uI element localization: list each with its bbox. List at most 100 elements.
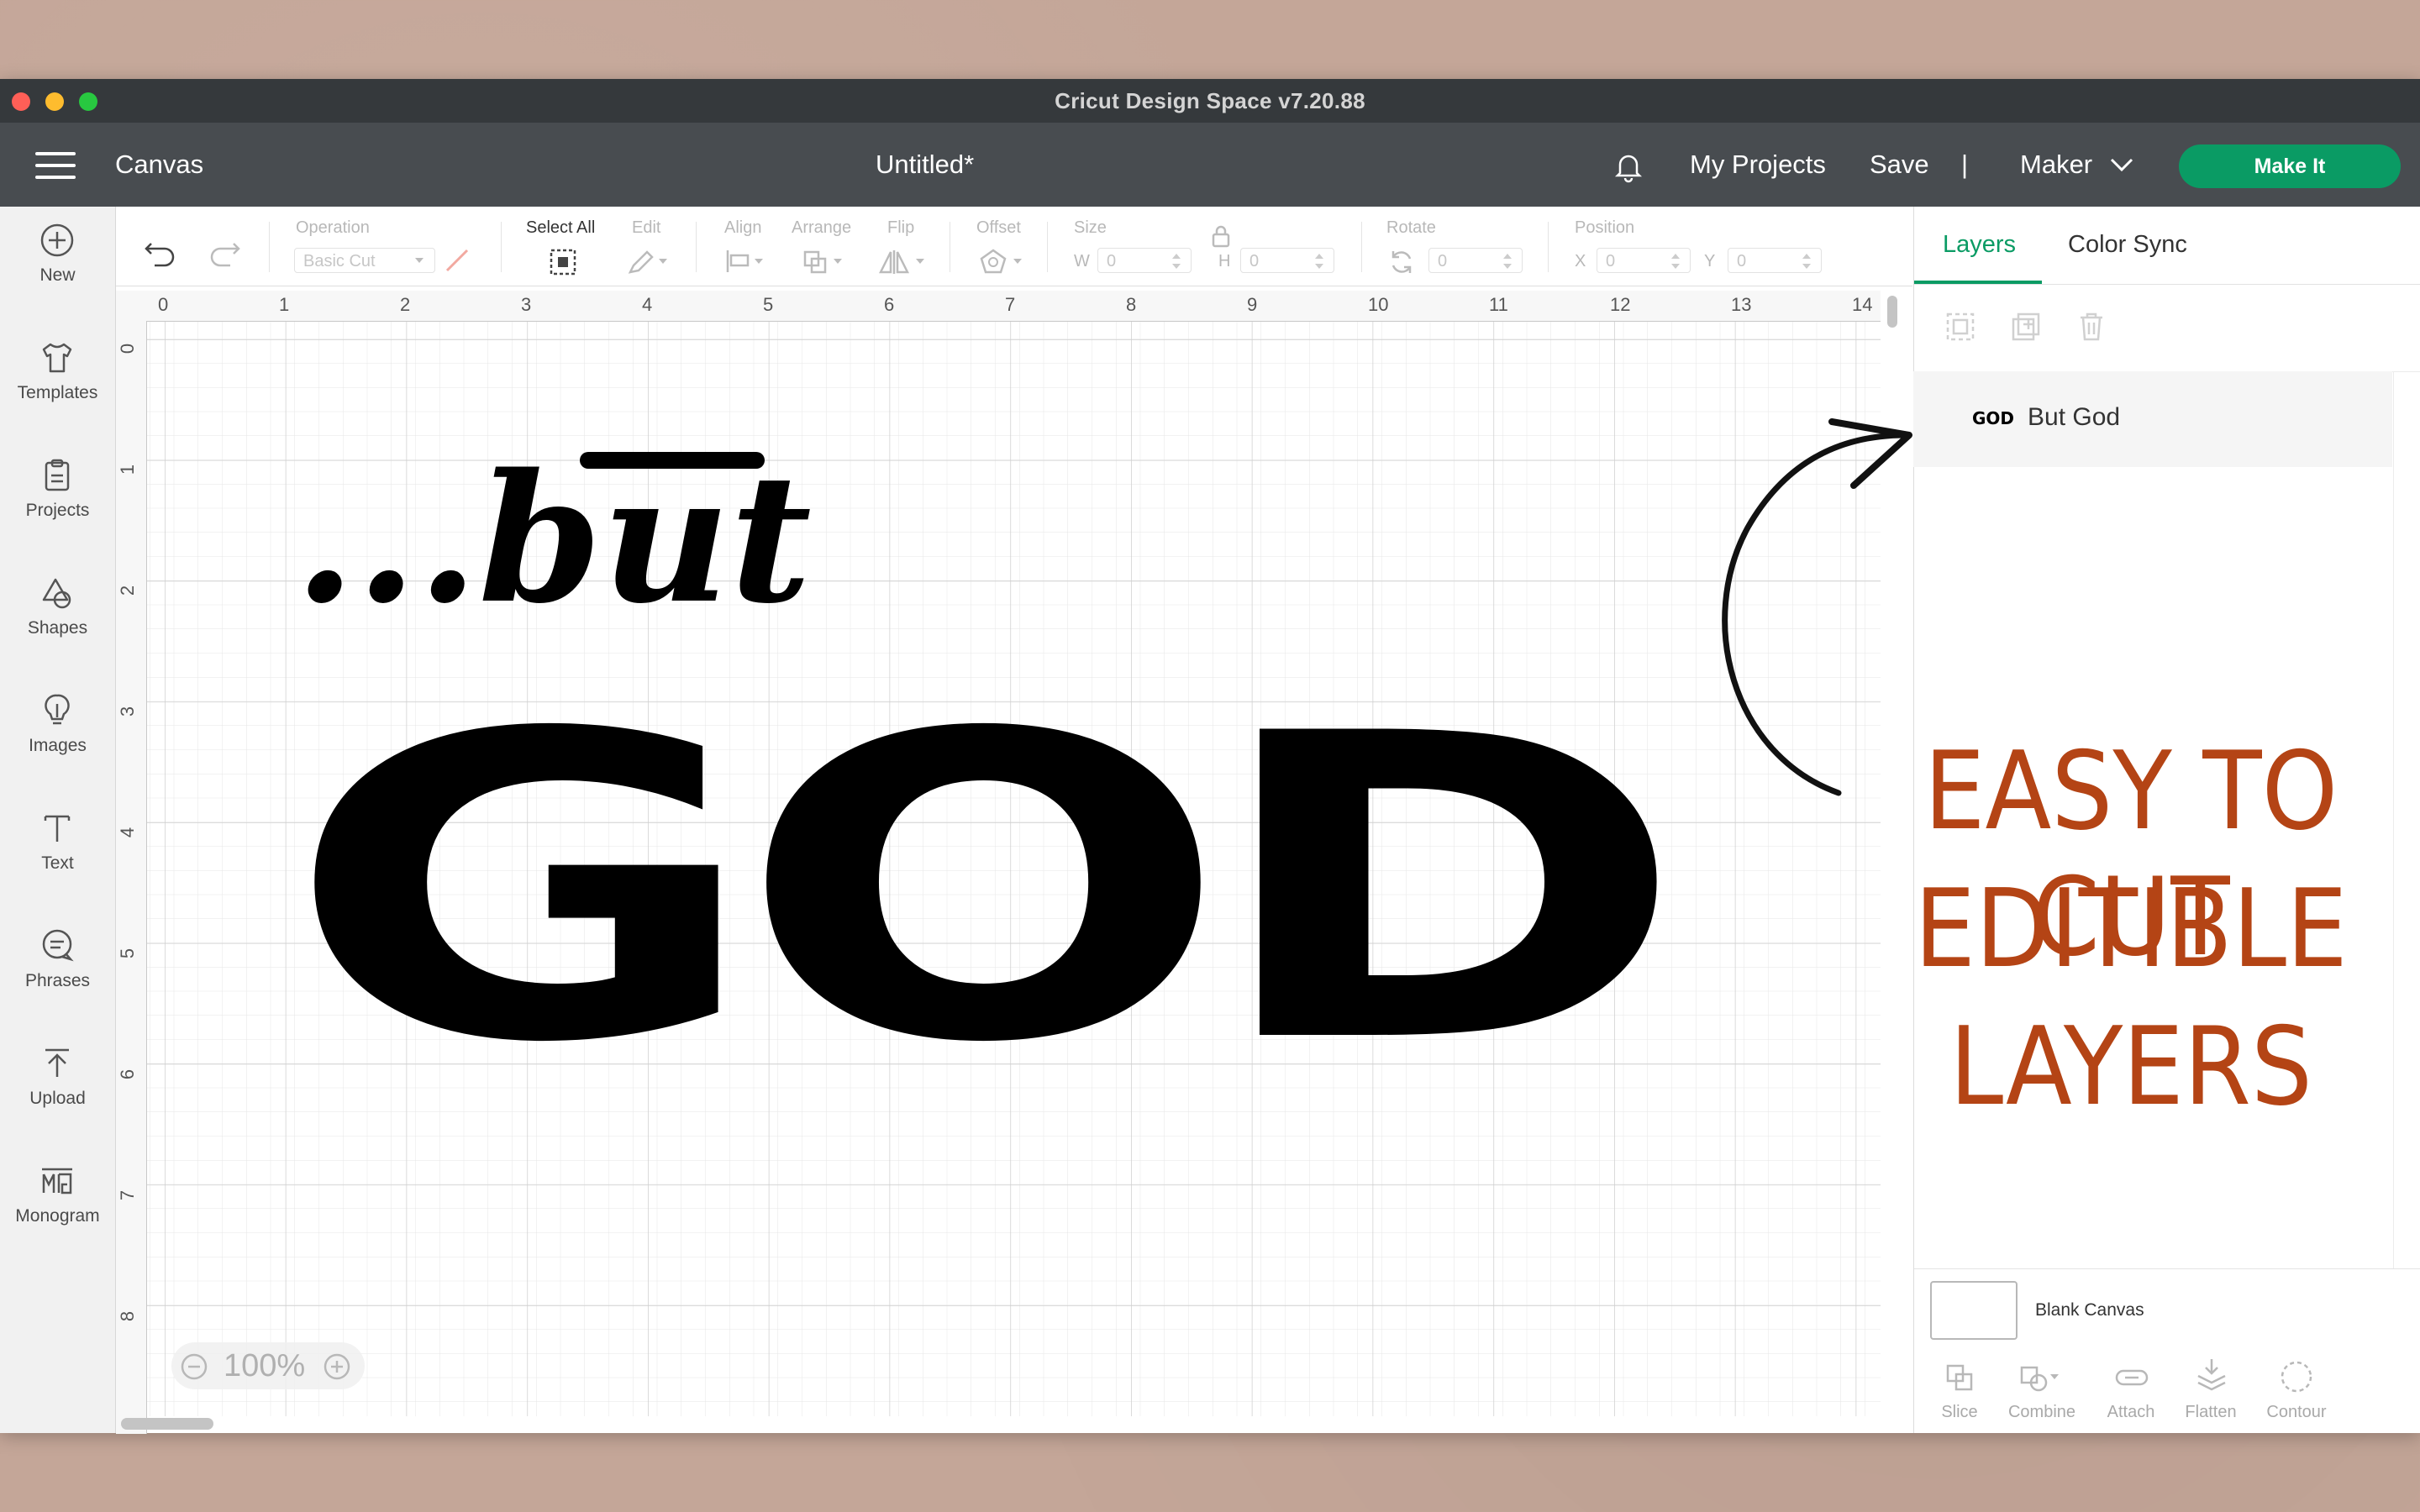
attach-icon[interactable] (2113, 1361, 2150, 1394)
make-it-button[interactable]: Make It (2179, 144, 2401, 188)
sidebar-item-new[interactable]: New (0, 207, 115, 314)
layer-row[interactable]: GOD But God (1913, 371, 2392, 467)
stepper-icon[interactable] (1501, 250, 1514, 272)
bell-icon[interactable] (1612, 150, 1645, 183)
ruler-tick: 0 (158, 294, 169, 315)
title-bar: Cricut Design Space v7.20.88 (0, 79, 2420, 123)
sidebar-item-label: Monogram (15, 1206, 100, 1226)
caret-down-icon (415, 258, 424, 263)
horizontal-ruler: 0 1 2 3 4 5 6 7 8 9 10 11 12 13 14 (116, 291, 1881, 322)
x-label: X (1575, 252, 1586, 270)
flip-icon[interactable] (879, 247, 929, 276)
script-text[interactable]: ...but (294, 435, 812, 643)
group-icon[interactable] (1943, 309, 1978, 344)
edit-pencil-icon[interactable] (627, 247, 669, 276)
tab-color-sync[interactable]: Color Sync (2068, 207, 2187, 282)
ruler-tick: 7 (117, 1189, 139, 1201)
ruler-tick: 1 (117, 464, 139, 475)
blank-canvas-swatch[interactable] (1930, 1281, 2018, 1340)
zoom-in-icon[interactable] (323, 1352, 351, 1381)
zoom-out-icon[interactable] (180, 1352, 208, 1381)
shapes-icon (42, 578, 71, 609)
arrange-label: Arrange (792, 218, 852, 237)
ruler-tick: 8 (1126, 294, 1137, 315)
speech-bubble-icon (42, 929, 74, 962)
ruler-tick: 11 (1489, 294, 1508, 315)
tab-layers[interactable]: Layers (1943, 207, 2016, 282)
ruler-tick: 2 (117, 585, 139, 596)
sidebar-item-upload[interactable]: Upload (0, 1030, 115, 1137)
left-sidebar: New Templates Projects Shapes Images Tex… (0, 207, 116, 1433)
ruler-tick: 13 (1731, 294, 1752, 315)
redo-icon[interactable] (207, 237, 242, 267)
stepper-icon[interactable] (1669, 250, 1682, 272)
upload-icon (45, 1048, 69, 1077)
ruler-tick: 5 (763, 294, 774, 315)
align-label: Align (724, 218, 762, 237)
arrange-icon[interactable] (802, 247, 849, 276)
layer-thumbnail: GOD (1972, 408, 2015, 428)
ruler-tick: 6 (884, 294, 895, 315)
lock-icon[interactable] (1210, 223, 1232, 249)
ruler-tick: 3 (117, 706, 139, 717)
god-text: GOD (286, 645, 1664, 1058)
blank-canvas-label: Blank Canvas (2035, 1300, 2144, 1320)
sidebar-item-phrases[interactable]: Phrases (0, 912, 115, 1020)
stepper-icon[interactable] (1800, 250, 1813, 272)
sidebar-item-projects[interactable]: Projects (0, 442, 115, 549)
ruler-tick: 14 (1852, 294, 1873, 315)
undo-icon[interactable] (143, 237, 178, 267)
slice-label: Slice (1941, 1403, 1978, 1421)
chevron-down-icon[interactable] (2109, 156, 2134, 173)
sidebar-item-monogram[interactable]: Monogram (0, 1147, 115, 1255)
ruler-tick: 0 (117, 343, 139, 354)
vertical-ruler: 0 1 2 3 4 5 6 7 8 (116, 321, 147, 1434)
ruler-tick: 1 (279, 294, 290, 315)
slice-icon[interactable] (1943, 1361, 1976, 1394)
select-all-icon[interactable] (548, 247, 578, 277)
duplicate-icon[interactable] (2008, 309, 2044, 344)
toolbar-divider (1548, 222, 1549, 272)
pen-color-icon[interactable] (444, 247, 472, 274)
my-projects-link[interactable]: My Projects (1690, 123, 1826, 207)
design-artwork[interactable]: ...but GOD (286, 420, 1714, 1058)
contour-icon[interactable] (2279, 1359, 2314, 1394)
sidebar-item-text[interactable]: Text (0, 795, 115, 902)
trash-icon[interactable] (2074, 309, 2109, 344)
align-icon[interactable] (724, 247, 768, 276)
zoom-control: 100% (171, 1342, 365, 1389)
vertical-scrollbar[interactable] (1887, 296, 1897, 328)
sidebar-item-images[interactable]: Images (0, 677, 115, 785)
rotate-icon[interactable] (1386, 247, 1417, 277)
sidebar-item-shapes[interactable]: Shapes (0, 559, 115, 667)
sidebar-item-label: Upload (29, 1089, 86, 1108)
stepper-icon[interactable] (1170, 250, 1183, 272)
ruler-tick: 4 (642, 294, 653, 315)
offset-icon[interactable] (978, 247, 1028, 277)
stepper-icon[interactable] (1313, 250, 1326, 272)
rotate-label: Rotate (1386, 218, 1436, 237)
sidebar-item-label: Phrases (24, 971, 91, 990)
combine-icon[interactable] (2017, 1361, 2064, 1394)
ruler-tick: 12 (1610, 294, 1631, 315)
machine-select[interactable]: Maker (2020, 123, 2092, 207)
flip-label: Flip (887, 218, 915, 237)
ruler-tick: 5 (117, 948, 139, 959)
document-title[interactable]: Untitled* (876, 123, 974, 207)
promo-line-3: LAYERS (1949, 1005, 2313, 1130)
sidebar-item-label: Text (41, 853, 74, 873)
promo-line-2: EDITIBLE (1914, 867, 2348, 992)
horizontal-scrollbar[interactable] (121, 1418, 213, 1430)
hamburger-menu-icon[interactable] (35, 152, 76, 179)
save-button[interactable]: Save (1870, 123, 1929, 207)
layer-name: But God (2028, 403, 2121, 431)
header-divider: | (1961, 150, 1969, 179)
window-title: Cricut Design Space v7.20.88 (1055, 88, 1365, 113)
sidebar-item-label: Shapes (27, 618, 88, 638)
edit-label: Edit (632, 218, 661, 237)
flatten-icon[interactable] (2193, 1356, 2230, 1394)
sidebar-item-templates[interactable]: Templates (0, 324, 115, 432)
plus-circle-icon (40, 223, 74, 257)
panel-divider (1914, 1268, 2420, 1269)
ruler-tick: 9 (1247, 294, 1258, 315)
